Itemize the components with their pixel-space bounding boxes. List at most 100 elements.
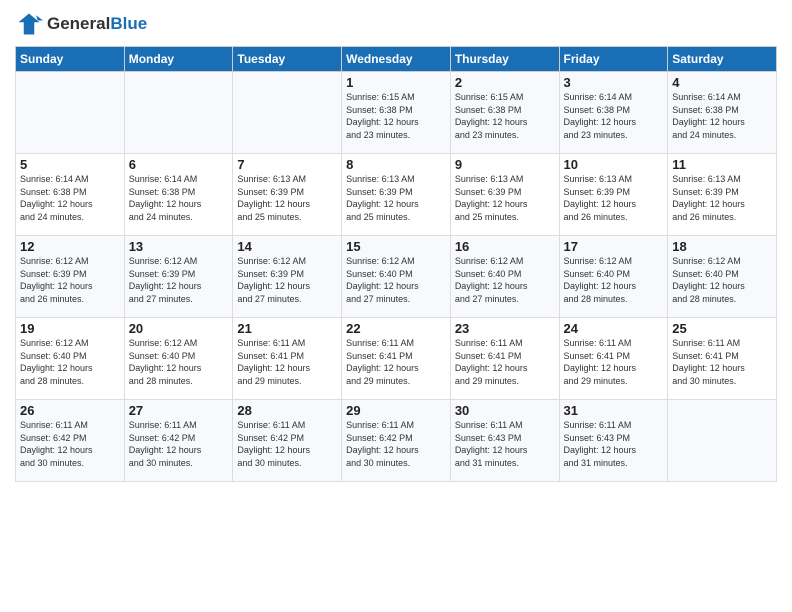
day-number: 30 [455,403,555,418]
logo: GeneralBlue [15,10,147,38]
day-number: 4 [672,75,772,90]
day-info: Sunrise: 6:11 AM Sunset: 6:42 PM Dayligh… [20,419,120,469]
day-number: 20 [129,321,229,336]
calendar-cell: 18Sunrise: 6:12 AM Sunset: 6:40 PM Dayli… [668,236,777,318]
calendar-cell: 22Sunrise: 6:11 AM Sunset: 6:41 PM Dayli… [342,318,451,400]
calendar-cell: 21Sunrise: 6:11 AM Sunset: 6:41 PM Dayli… [233,318,342,400]
calendar-cell: 20Sunrise: 6:12 AM Sunset: 6:40 PM Dayli… [124,318,233,400]
day-number: 1 [346,75,446,90]
col-header-tuesday: Tuesday [233,47,342,72]
calendar-cell: 29Sunrise: 6:11 AM Sunset: 6:42 PM Dayli… [342,400,451,482]
day-info: Sunrise: 6:15 AM Sunset: 6:38 PM Dayligh… [455,91,555,141]
day-number: 26 [20,403,120,418]
day-info: Sunrise: 6:13 AM Sunset: 6:39 PM Dayligh… [672,173,772,223]
calendar-cell: 4Sunrise: 6:14 AM Sunset: 6:38 PM Daylig… [668,72,777,154]
col-header-wednesday: Wednesday [342,47,451,72]
day-number: 23 [455,321,555,336]
day-info: Sunrise: 6:12 AM Sunset: 6:39 PM Dayligh… [129,255,229,305]
calendar-cell: 12Sunrise: 6:12 AM Sunset: 6:39 PM Dayli… [16,236,125,318]
day-info: Sunrise: 6:12 AM Sunset: 6:39 PM Dayligh… [237,255,337,305]
day-info: Sunrise: 6:12 AM Sunset: 6:40 PM Dayligh… [129,337,229,387]
day-info: Sunrise: 6:13 AM Sunset: 6:39 PM Dayligh… [455,173,555,223]
calendar-cell: 25Sunrise: 6:11 AM Sunset: 6:41 PM Dayli… [668,318,777,400]
day-number: 12 [20,239,120,254]
week-row-0: 1Sunrise: 6:15 AM Sunset: 6:38 PM Daylig… [16,72,777,154]
day-info: Sunrise: 6:11 AM Sunset: 6:41 PM Dayligh… [346,337,446,387]
calendar-cell: 10Sunrise: 6:13 AM Sunset: 6:39 PM Dayli… [559,154,668,236]
day-info: Sunrise: 6:11 AM Sunset: 6:42 PM Dayligh… [129,419,229,469]
calendar-cell: 2Sunrise: 6:15 AM Sunset: 6:38 PM Daylig… [450,72,559,154]
day-number: 27 [129,403,229,418]
day-info: Sunrise: 6:15 AM Sunset: 6:38 PM Dayligh… [346,91,446,141]
day-info: Sunrise: 6:14 AM Sunset: 6:38 PM Dayligh… [672,91,772,141]
day-number: 8 [346,157,446,172]
day-number: 25 [672,321,772,336]
week-row-4: 26Sunrise: 6:11 AM Sunset: 6:42 PM Dayli… [16,400,777,482]
calendar-cell: 13Sunrise: 6:12 AM Sunset: 6:39 PM Dayli… [124,236,233,318]
day-number: 16 [455,239,555,254]
col-header-monday: Monday [124,47,233,72]
calendar-table: SundayMondayTuesdayWednesdayThursdayFrid… [15,46,777,482]
day-info: Sunrise: 6:11 AM Sunset: 6:41 PM Dayligh… [455,337,555,387]
calendar-cell: 1Sunrise: 6:15 AM Sunset: 6:38 PM Daylig… [342,72,451,154]
week-row-3: 19Sunrise: 6:12 AM Sunset: 6:40 PM Dayli… [16,318,777,400]
calendar-cell: 5Sunrise: 6:14 AM Sunset: 6:38 PM Daylig… [16,154,125,236]
calendar-cell: 30Sunrise: 6:11 AM Sunset: 6:43 PM Dayli… [450,400,559,482]
calendar-cell: 24Sunrise: 6:11 AM Sunset: 6:41 PM Dayli… [559,318,668,400]
day-number: 5 [20,157,120,172]
day-number: 11 [672,157,772,172]
day-number: 15 [346,239,446,254]
calendar-cell: 31Sunrise: 6:11 AM Sunset: 6:43 PM Dayli… [559,400,668,482]
day-number: 22 [346,321,446,336]
calendar-cell: 19Sunrise: 6:12 AM Sunset: 6:40 PM Dayli… [16,318,125,400]
day-info: Sunrise: 6:11 AM Sunset: 6:42 PM Dayligh… [237,419,337,469]
calendar-cell [124,72,233,154]
calendar-cell: 28Sunrise: 6:11 AM Sunset: 6:42 PM Dayli… [233,400,342,482]
day-info: Sunrise: 6:11 AM Sunset: 6:43 PM Dayligh… [564,419,664,469]
calendar-cell: 26Sunrise: 6:11 AM Sunset: 6:42 PM Dayli… [16,400,125,482]
calendar-cell: 14Sunrise: 6:12 AM Sunset: 6:39 PM Dayli… [233,236,342,318]
day-number: 19 [20,321,120,336]
day-info: Sunrise: 6:12 AM Sunset: 6:39 PM Dayligh… [20,255,120,305]
day-number: 24 [564,321,664,336]
day-info: Sunrise: 6:13 AM Sunset: 6:39 PM Dayligh… [237,173,337,223]
logo-text: GeneralBlue [47,14,147,34]
calendar-cell: 6Sunrise: 6:14 AM Sunset: 6:38 PM Daylig… [124,154,233,236]
day-number: 9 [455,157,555,172]
col-header-saturday: Saturday [668,47,777,72]
day-info: Sunrise: 6:13 AM Sunset: 6:39 PM Dayligh… [564,173,664,223]
calendar-cell [16,72,125,154]
calendar-cell: 7Sunrise: 6:13 AM Sunset: 6:39 PM Daylig… [233,154,342,236]
page: GeneralBlue SundayMondayTuesdayWednesday… [0,0,792,612]
calendar-cell: 15Sunrise: 6:12 AM Sunset: 6:40 PM Dayli… [342,236,451,318]
calendar-cell: 11Sunrise: 6:13 AM Sunset: 6:39 PM Dayli… [668,154,777,236]
day-number: 14 [237,239,337,254]
day-info: Sunrise: 6:13 AM Sunset: 6:39 PM Dayligh… [346,173,446,223]
calendar-cell: 16Sunrise: 6:12 AM Sunset: 6:40 PM Dayli… [450,236,559,318]
day-info: Sunrise: 6:12 AM Sunset: 6:40 PM Dayligh… [346,255,446,305]
calendar-cell [668,400,777,482]
calendar-cell: 9Sunrise: 6:13 AM Sunset: 6:39 PM Daylig… [450,154,559,236]
day-number: 2 [455,75,555,90]
day-number: 10 [564,157,664,172]
day-number: 7 [237,157,337,172]
day-number: 28 [237,403,337,418]
calendar-cell [233,72,342,154]
day-info: Sunrise: 6:11 AM Sunset: 6:41 PM Dayligh… [564,337,664,387]
week-row-2: 12Sunrise: 6:12 AM Sunset: 6:39 PM Dayli… [16,236,777,318]
day-number: 18 [672,239,772,254]
day-info: Sunrise: 6:11 AM Sunset: 6:43 PM Dayligh… [455,419,555,469]
day-info: Sunrise: 6:12 AM Sunset: 6:40 PM Dayligh… [20,337,120,387]
day-info: Sunrise: 6:11 AM Sunset: 6:41 PM Dayligh… [672,337,772,387]
day-number: 13 [129,239,229,254]
col-header-friday: Friday [559,47,668,72]
day-info: Sunrise: 6:12 AM Sunset: 6:40 PM Dayligh… [455,255,555,305]
logo-icon [15,10,43,38]
day-info: Sunrise: 6:12 AM Sunset: 6:40 PM Dayligh… [564,255,664,305]
col-header-sunday: Sunday [16,47,125,72]
day-number: 31 [564,403,664,418]
day-number: 17 [564,239,664,254]
week-row-1: 5Sunrise: 6:14 AM Sunset: 6:38 PM Daylig… [16,154,777,236]
calendar-cell: 23Sunrise: 6:11 AM Sunset: 6:41 PM Dayli… [450,318,559,400]
calendar-cell: 8Sunrise: 6:13 AM Sunset: 6:39 PM Daylig… [342,154,451,236]
